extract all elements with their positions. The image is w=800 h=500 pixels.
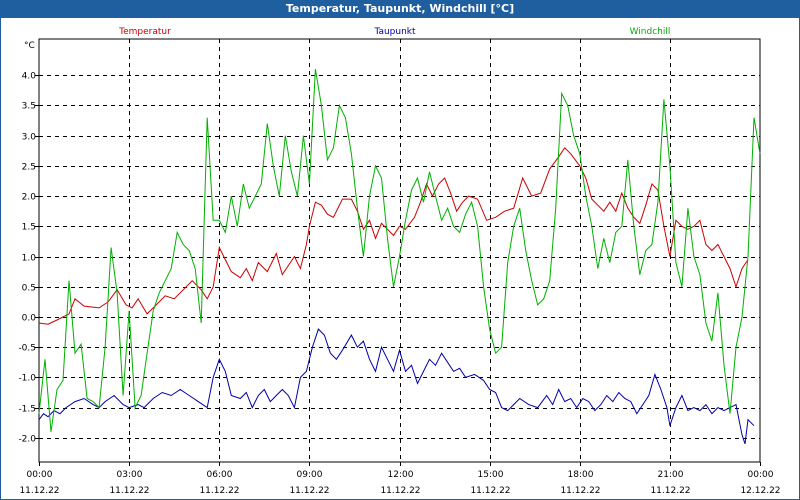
y-tick-label: -2.0 xyxy=(18,435,36,445)
y-tick-label: 4.0 xyxy=(22,72,37,82)
x-tick-date-label: 11.12.22 xyxy=(289,486,329,496)
y-axis-label: °C xyxy=(24,41,35,51)
legend-entry-taupunkt: Taupunkt xyxy=(373,27,416,37)
x-tick-date-label: 11.12.22 xyxy=(19,486,59,496)
y-tick-label: 0.0 xyxy=(22,314,37,324)
x-tick-date-label: 11.12.22 xyxy=(650,486,690,496)
y-tick-label: 1.5 xyxy=(22,223,36,233)
x-tick-time-label: 18:00 xyxy=(568,470,594,480)
x-tick-time-label: 00:00 xyxy=(748,470,774,480)
x-tick-time-label: 00:00 xyxy=(27,470,53,480)
x-tick-date-label: 11.12.22 xyxy=(109,486,149,496)
y-tick-label: 2.5 xyxy=(22,163,36,173)
line-chart: 4.0 3.5 3.0 2.5 2.0 1.5 1.0 0.5 0.0 -0.5 -1.0 -1.5 -… xyxy=(18,27,781,496)
x-tick-time-label: 09:00 xyxy=(297,470,323,480)
x-tick-date-label: 11.12.22 xyxy=(470,486,510,496)
y-tick-label: 3.0 xyxy=(22,133,37,143)
x-tick-date-label: 11.12.22 xyxy=(560,486,600,496)
x-tick-time-label: 21:00 xyxy=(658,470,684,480)
y-tick-label: 2.0 xyxy=(22,193,37,203)
y-tick-label: 0.5 xyxy=(22,284,36,294)
x-tick-date-label: 12.12.22 xyxy=(740,486,780,496)
x-tick-time-label: 15:00 xyxy=(478,470,504,480)
x-axis: 00:00 11.12.22 03:00 11.12.22 06:00 11.12.22 0… xyxy=(19,462,781,496)
y-tick-label: -1.5 xyxy=(18,405,36,415)
x-tick-date-label: 11.12.22 xyxy=(380,486,420,496)
y-axis: 4.0 3.5 3.0 2.5 2.0 1.5 1.0 0.5 0.0 -0.5 -1.0 -1.5 -… xyxy=(18,41,39,445)
y-tick-label: 3.5 xyxy=(22,102,36,112)
y-tick-label: -0.5 xyxy=(18,344,36,354)
x-tick-date-label: 11.12.22 xyxy=(199,486,239,496)
legend-entry-temperatur: Temperatur xyxy=(118,27,171,37)
legend-entry-windchill: Windchill xyxy=(630,27,671,37)
x-tick-time-label: 03:00 xyxy=(117,470,143,480)
x-tick-time-label: 12:00 xyxy=(388,470,414,480)
x-tick-time-label: 06:00 xyxy=(207,470,233,480)
y-tick-label: 1.0 xyxy=(22,254,37,264)
legend: Temperatur Taupunkt Windchill xyxy=(118,27,670,37)
plot-area xyxy=(38,38,761,463)
y-tick-label: -1.0 xyxy=(18,374,36,384)
